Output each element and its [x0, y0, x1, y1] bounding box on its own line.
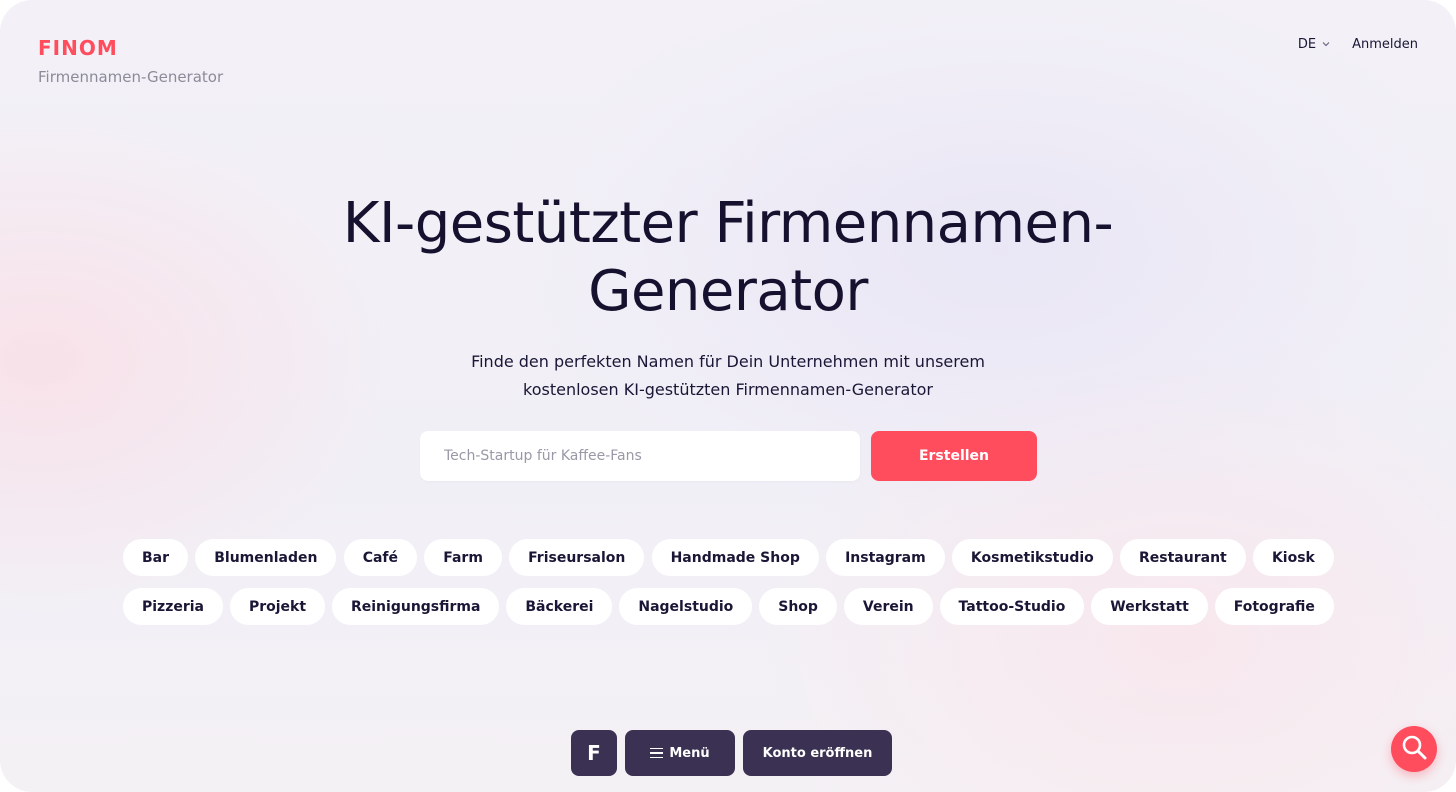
hamburger-icon — [650, 747, 664, 759]
chevron-down-icon — [1322, 40, 1330, 50]
business-description-input[interactable] — [420, 431, 860, 481]
category-chip-handmade-shop[interactable]: Handmade Shop — [651, 539, 819, 576]
category-chip-baeckerei[interactable]: Bäckerei — [506, 588, 613, 625]
page: FINOM Firmennamen-Generator DE Anmelden … — [0, 0, 1456, 792]
page-title: KI-gestützter Firmennamen- Generator — [0, 190, 1456, 326]
menu-button[interactable]: Menü — [625, 730, 735, 776]
category-chip-restaurant[interactable]: Restaurant — [1120, 539, 1246, 576]
page-title-line-1: KI-gestützter Firmennamen- — [342, 191, 1114, 256]
login-link[interactable]: Anmelden — [1352, 37, 1418, 52]
category-chips-row-2: Pizzeria Projekt Reinigungsfirma Bäckere… — [123, 588, 1334, 625]
category-chip-blumenladen[interactable]: Blumenladen — [195, 539, 337, 576]
category-chip-verein[interactable]: Verein — [843, 588, 933, 625]
search-fab-button[interactable] — [1391, 726, 1437, 772]
language-label: DE — [1297, 37, 1317, 52]
category-chip-tattoo-studio[interactable]: Tattoo-Studio — [939, 588, 1085, 625]
category-chips-row-1: Bar Blumenladen Café Farm Friseursalon H… — [123, 539, 1334, 576]
category-chip-pizzeria[interactable]: Pizzeria — [123, 588, 224, 625]
category-chip-fotografie[interactable]: Fotografie — [1214, 588, 1334, 625]
category-chip-instagram[interactable]: Instagram — [826, 539, 945, 576]
category-chip-nagelstudio[interactable]: Nagelstudio — [619, 588, 753, 625]
category-chip-friseursalon[interactable]: Friseursalon — [509, 539, 645, 576]
finom-logo[interactable]: FINOM — [38, 36, 118, 60]
page-title-line-2: Generator — [588, 259, 868, 324]
hero-description-line-2: kostenlosen KI-gestützten Firmennamen-Ge… — [523, 380, 933, 399]
open-account-button[interactable]: Konto eröffnen — [743, 730, 892, 776]
search-icon — [1400, 733, 1428, 765]
category-chip-bar[interactable]: Bar — [123, 539, 189, 576]
finom-f-icon: F — [587, 741, 601, 765]
category-chip-kosmetikstudio[interactable]: Kosmetikstudio — [951, 539, 1113, 576]
category-chip-kiosk[interactable]: Kiosk — [1252, 539, 1334, 576]
top-nav: DE Anmelden — [1298, 37, 1418, 52]
category-chip-cafe[interactable]: Café — [343, 539, 417, 576]
bottom-action-bar: F Menü Konto eröffnen — [571, 730, 892, 776]
category-chip-shop[interactable]: Shop — [759, 588, 837, 625]
category-chip-farm[interactable]: Farm — [424, 539, 502, 576]
hero-description: Finde den perfekten Namen für Dein Unter… — [0, 348, 1456, 404]
category-chip-werkstatt[interactable]: Werkstatt — [1091, 588, 1208, 625]
category-chip-projekt[interactable]: Projekt — [229, 588, 326, 625]
category-chip-reinigungsfirma[interactable]: Reinigungsfirma — [331, 588, 500, 625]
site-subtitle: Firmennamen-Generator — [38, 68, 224, 86]
language-selector[interactable]: DE — [1298, 37, 1330, 52]
hero-description-line-1: Finde den perfekten Namen für Dein Unter… — [471, 352, 985, 371]
menu-button-label: Menü — [669, 745, 710, 761]
create-button[interactable]: Erstellen — [871, 431, 1037, 481]
home-logo-button[interactable]: F — [571, 730, 617, 776]
